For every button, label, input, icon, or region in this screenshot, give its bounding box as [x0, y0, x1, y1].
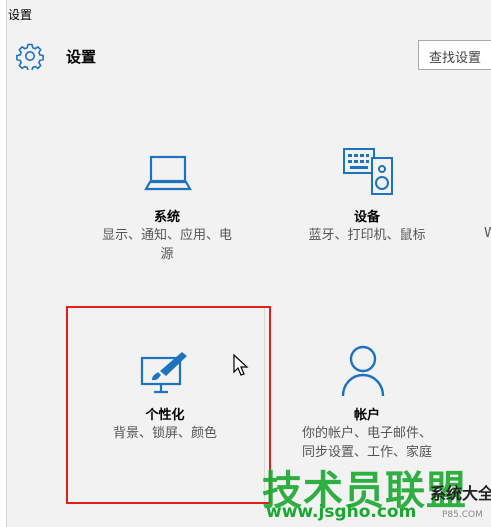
tile-accounts-desc: 你的帐户、电子邮件、 同步设置、工作、家庭 — [282, 424, 452, 462]
tile-devices-desc: 蓝牙、打印机、鼠标 — [308, 228, 426, 243]
tile-system-desc-line1: 显示、通知、应用、电 — [101, 228, 232, 243]
tile-system-desc-line2: 源 — [160, 247, 174, 262]
watermark-url: www.jsgho.com — [266, 502, 417, 522]
gear-icon — [16, 43, 44, 70]
partial-tile-text: W — [484, 226, 491, 241]
title-bar: 设置 — [0, 0, 491, 30]
tile-system-name: 系统 — [153, 210, 180, 225]
tile-devices[interactable]: 设备 蓝牙、打印机、鼠标 — [290, 140, 460, 270]
tile-system-desc: 显示、通知、应用、电 源 — [82, 226, 252, 264]
tile-accounts-desc-line1: 你的帐户、电子邮件、 — [301, 426, 432, 441]
mouse-cursor-icon — [233, 354, 249, 376]
highlight-box — [66, 306, 271, 504]
watermark: 技术员联盟 系统大全 www.jsgho.com P85.COM — [262, 458, 491, 527]
search-placeholder: 查找设置 — [429, 51, 482, 66]
tile-accounts[interactable]: 帐户 你的帐户、电子邮件、 同步设置、工作、家庭 — [282, 330, 452, 470]
search-input[interactable]: 查找设置 — [418, 40, 491, 70]
tile-system[interactable]: 系统 显示、通知、应用、电 源 — [82, 140, 252, 270]
watermark-small: P85.COM — [442, 510, 483, 520]
page-title: 设置 — [66, 48, 97, 66]
laptop-icon — [144, 155, 192, 191]
settings-header: 设置 查找设置 — [0, 38, 491, 78]
tile-accounts-name: 帐户 — [353, 408, 380, 423]
window-left-edge — [0, 0, 7, 527]
devices-icon — [343, 148, 393, 195]
person-icon — [341, 345, 385, 397]
tile-devices-name: 设备 — [353, 210, 380, 225]
window-title: 设置 — [8, 8, 33, 22]
watermark-suffix: 系统大全 — [430, 484, 491, 503]
